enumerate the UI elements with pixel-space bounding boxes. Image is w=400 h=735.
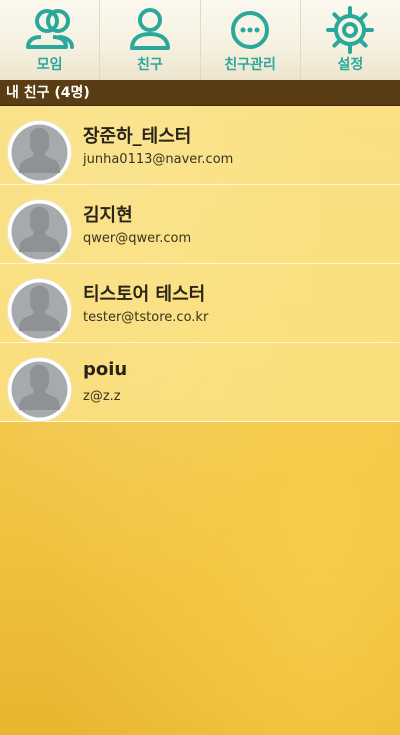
more-icon [231, 11, 270, 49]
tab-label: 친구관리 [224, 57, 276, 73]
friend-name: 티스토어 테스터 [83, 284, 206, 305]
tab-settings[interactable]: 설정 [301, 0, 400, 80]
default-avatar-icon [8, 121, 71, 184]
gear-icon [326, 6, 375, 54]
friend-email: z@z.z [83, 389, 121, 404]
friend-name: 장준하_테스터 [83, 126, 192, 147]
tab-friends[interactable]: 친구 [100, 0, 201, 80]
friend-name: poiu [83, 359, 128, 380]
tab-friend-management[interactable]: 친구관리 [201, 0, 301, 80]
default-avatar-icon [8, 279, 71, 342]
tab-label: 설정 [337, 57, 364, 73]
tab-label: 친구 [136, 57, 163, 73]
top-tab-bar: 모임 친구 친구관리 설정 [0, 0, 400, 80]
friends-section-header: 내 친구 (4명) [0, 80, 400, 106]
friend-email: qwer@qwer.com [83, 231, 192, 246]
default-avatar-icon [8, 200, 71, 263]
avatar [8, 279, 71, 342]
friend-item[interactable]: 김지현 qwer@qwer.com [0, 185, 400, 264]
person-icon [129, 8, 170, 50]
friend-list: 장준하_테스터 junha0113@naver.com 김지현 qwer@qwe… [0, 106, 400, 422]
avatar [8, 121, 71, 184]
group-icon [25, 9, 74, 49]
friend-item[interactable]: poiu z@z.z [0, 343, 400, 422]
default-avatar-icon [8, 358, 71, 421]
friend-item[interactable]: 장준하_테스터 junha0113@naver.com [0, 106, 400, 185]
friend-item[interactable]: 티스토어 테스터 tester@tstore.co.kr [0, 264, 400, 343]
avatar [8, 358, 71, 421]
friend-email: junha0113@naver.com [83, 152, 234, 167]
friend-name: 김지현 [83, 205, 133, 226]
tab-label: 모임 [36, 57, 63, 73]
tab-meeting[interactable]: 모임 [0, 0, 101, 80]
avatar [8, 200, 71, 263]
friend-email: tester@tstore.co.kr [83, 310, 209, 325]
